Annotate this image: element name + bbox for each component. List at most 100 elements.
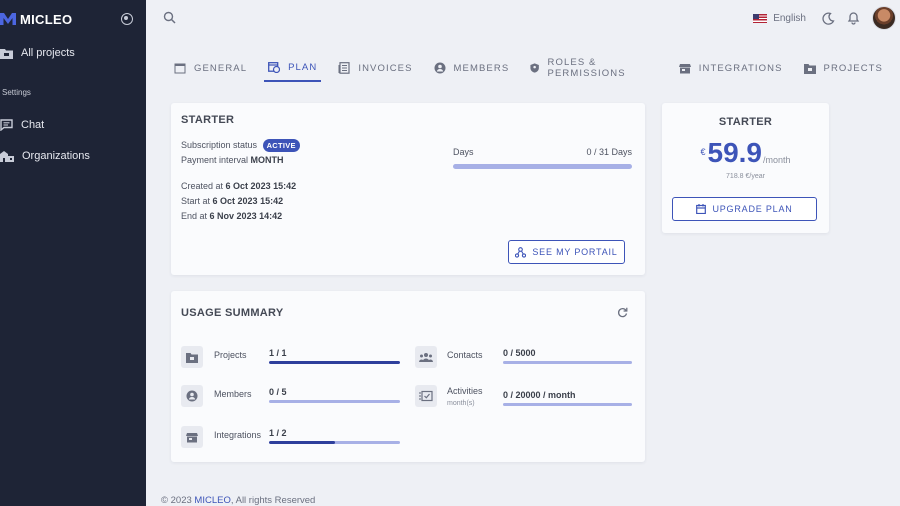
contacts-usage-value: 0 / 5000 — [503, 348, 536, 358]
plan-title: STARTER — [181, 114, 235, 126]
integrations-usage-label: Integrations — [214, 430, 262, 440]
members-usage-icon — [181, 385, 203, 407]
tab-label: ROLES & PERMISSIONS — [547, 57, 626, 79]
language-label: English — [773, 12, 806, 24]
activities-icon — [419, 390, 433, 402]
projects-usage-bar — [269, 361, 400, 364]
projects-usage-fill — [269, 361, 400, 364]
start-at-row: Start at 6 Oct 2023 15:42 — [181, 196, 283, 206]
plan-details-card: STARTER Subscription status ACTIVE Payme… — [171, 103, 645, 275]
footer-copyright: © 2023 — [161, 495, 195, 506]
upgrade-plan-button[interactable]: UPGRADE PLAN — [672, 197, 817, 221]
contacts-usage-label: Contacts — [447, 350, 483, 360]
tab-integrations[interactable]: INTEGRATIONS — [675, 54, 787, 82]
contacts-usage-icon — [415, 346, 437, 368]
tab-label: INTEGRATIONS — [698, 62, 783, 74]
days-label: Days — [453, 147, 474, 157]
calendar-icon — [696, 204, 707, 214]
usage-summary-title: USAGE SUMMARY — [181, 307, 284, 319]
end-at-row: End at 6 Nov 2023 14:42 — [181, 211, 282, 221]
activities-usage-value: 0 / 20000 / month — [503, 390, 576, 400]
shield-icon — [530, 63, 540, 73]
user-avatar[interactable] — [872, 6, 896, 30]
refresh-icon[interactable] — [617, 307, 628, 318]
footer-brand-link[interactable]: MICLEO — [194, 495, 230, 506]
price-amount: 59.9 — [707, 137, 763, 168]
folder-icon — [803, 63, 816, 74]
status-badge: ACTIVE — [262, 139, 300, 152]
tab-label: GENERAL — [194, 62, 248, 74]
member-icon — [186, 390, 198, 402]
price-period: /month — [763, 155, 791, 165]
portal-icon — [515, 246, 527, 258]
language-selector[interactable]: English — [753, 13, 806, 24]
sidebar: MICLEO All projects Settings Chat Organi… — [0, 0, 146, 506]
contacts-icon — [419, 353, 433, 362]
activities-usage-sublabel: month(s) — [447, 400, 475, 407]
tab-label: MEMBERS — [453, 62, 510, 74]
tab-label: PLAN — [288, 61, 318, 73]
search-button[interactable] — [163, 11, 176, 29]
days-progress-bar — [453, 164, 632, 169]
members-usage-bar — [269, 400, 400, 403]
browser-icon — [174, 63, 186, 73]
days-value: 0 / 31 Days — [586, 147, 632, 157]
start-at-label: Start at — [181, 196, 211, 206]
contacts-usage-bar — [503, 361, 632, 364]
search-icon — [163, 11, 176, 24]
buildings-icon — [0, 151, 14, 162]
subscription-status-row: Subscription status ACTIVE — [181, 139, 300, 152]
activities-usage-label: Activities — [447, 386, 483, 396]
store-icon — [186, 432, 198, 442]
price-row: € 59.9 /month — [662, 136, 829, 170]
calendar-clock-icon — [268, 62, 281, 73]
button-label: SEE MY PORTAIL — [532, 247, 618, 257]
usage-summary-card: USAGE SUMMARY Projects 1 / 1 Contacts 0 … — [171, 291, 645, 462]
sidebar-toggle-icon[interactable] — [121, 13, 133, 25]
sidebar-item-chat[interactable]: Chat — [0, 119, 44, 131]
brand[interactable]: MICLEO — [0, 10, 72, 28]
price-yearly: 718.8 €/year — [726, 173, 765, 180]
footer-rights: , All rights Reserved — [230, 495, 316, 506]
tab-roles-permissions[interactable]: ROLES & PERMISSIONS — [526, 54, 662, 82]
bell-icon[interactable] — [847, 11, 860, 25]
members-usage-label: Members — [214, 389, 252, 399]
sidebar-section-settings: Settings — [2, 88, 31, 97]
pricing-title: STARTER — [718, 116, 773, 128]
sidebar-item-label: All projects — [21, 47, 75, 59]
created-at-value: 6 Oct 2023 15:42 — [225, 181, 297, 191]
sidebar-item-all-projects[interactable]: All projects — [0, 47, 75, 59]
activities-usage-icon — [415, 385, 437, 407]
tab-projects[interactable]: PROJECTS — [800, 54, 887, 82]
settings-tabs: GENERAL PLAN INVOICES MEMBERS ROLES & PE… — [170, 54, 900, 84]
invoice-icon — [338, 62, 350, 74]
footer: © 2023 MICLEO, All rights Reserved — [161, 495, 315, 506]
price-currency: € — [700, 147, 706, 157]
projects-usage-label: Projects — [214, 350, 247, 360]
tab-label: INVOICES — [358, 62, 413, 74]
store-icon — [678, 63, 691, 73]
brand-name: MICLEO — [20, 11, 73, 27]
see-my-portal-button[interactable]: SEE MY PORTAIL — [508, 240, 625, 264]
tab-general[interactable]: GENERAL — [170, 54, 251, 82]
tab-invoices[interactable]: INVOICES — [334, 54, 416, 82]
end-at-value: 6 Nov 2023 14:42 — [209, 211, 283, 221]
activities-usage-bar — [503, 403, 632, 406]
folder-icon — [0, 48, 13, 59]
micleo-logo-icon — [0, 13, 16, 25]
topbar-actions: English — [753, 0, 900, 36]
integrations-usage-value: 1 / 2 — [269, 428, 287, 438]
folder-icon — [186, 352, 198, 363]
payment-interval-value: MONTH — [250, 155, 284, 165]
chat-icon — [0, 119, 13, 131]
created-at-row: Created at 6 Oct 2023 15:42 — [181, 181, 296, 191]
dark-mode-icon[interactable] — [822, 11, 835, 25]
sidebar-item-label: Chat — [21, 119, 45, 131]
start-at-value: 6 Oct 2023 15:42 — [212, 196, 284, 206]
tab-plan[interactable]: PLAN — [264, 54, 322, 82]
sidebar-item-organizations[interactable]: Organizations — [0, 150, 90, 162]
tab-members[interactable]: MEMBERS — [430, 54, 514, 82]
sidebar-item-label: Organizations — [22, 150, 90, 162]
payment-interval-row: Payment interval MONTH — [181, 155, 284, 165]
members-usage-value: 0 / 5 — [269, 387, 287, 397]
